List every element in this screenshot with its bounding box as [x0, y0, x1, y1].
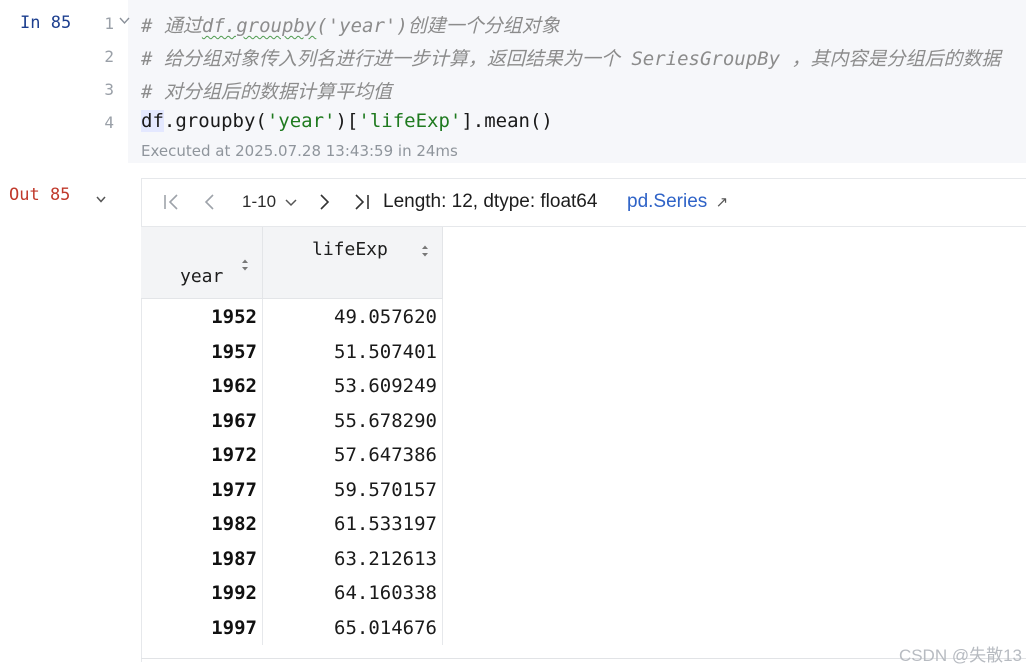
table-row: 1992 64.160338	[141, 577, 443, 612]
table-row: 1977 59.570157	[141, 474, 443, 509]
code-token: .groupby(	[163, 110, 267, 132]
code-line-3[interactable]: 3 # 对分组后的数据计算平均值	[0, 74, 1026, 107]
value-cell-lifeexp: 64.160338	[334, 582, 437, 604]
value-cell-lifeexp: 59.570157	[334, 478, 437, 501]
index-cell-year: 1997	[211, 616, 257, 639]
table-row: 1952 49.057620	[141, 301, 443, 336]
last-page-icon[interactable]	[353, 192, 371, 212]
value-cell-lifeexp: 63.212613	[334, 547, 437, 570]
value-cell-lifeexp: 65.014676	[334, 616, 437, 639]
code-token: 'lifeExp'	[358, 110, 462, 132]
pd-series-link-text: pd.Series	[627, 191, 708, 212]
index-cell-year: 1957	[211, 340, 257, 363]
column-header-year-label: year	[180, 266, 224, 287]
collapse-output-chevron-icon[interactable]	[96, 194, 106, 204]
table-toolbar: 1-10 Length: 12, dtype: float64 pd.Serie…	[141, 180, 1026, 227]
code-line-4[interactable]: 4 df.groupby('year')['lifeExp'].mean()	[0, 107, 1026, 140]
page-range-text: 1-10	[242, 192, 277, 211]
previous-page-icon[interactable]	[203, 192, 217, 212]
table-row: 1997 65.014676	[141, 612, 443, 647]
value-cell-lifeexp: 53.609249	[334, 375, 437, 397]
index-cell-year: 1982	[211, 513, 257, 535]
execution-status: Executed at 2025.07.28 13:43:59 in 24ms	[141, 142, 458, 160]
value-cell-lifeexp: 57.647386	[334, 444, 437, 466]
code-token: ('year')创建一个分组对象	[316, 15, 560, 37]
output-prompt-label: Out 85	[9, 185, 71, 205]
index-cell-year: 1952	[211, 306, 257, 328]
table-row: 1962 53.609249	[141, 370, 443, 405]
next-page-icon[interactable]	[317, 192, 331, 212]
code-text[interactable]: # 给分组对象传入列名进行进一步计算，返回结果为一个 SeriesGroupBy…	[141, 44, 1000, 71]
code-text[interactable]: df.groupby('year')['lifeExp'].mean()	[141, 110, 553, 132]
page-range-dropdown[interactable]: 1-10	[242, 192, 297, 212]
code-text[interactable]: # 通过df.groupby('year')创建一个分组对象	[141, 11, 560, 38]
index-cell-year: 1967	[211, 409, 257, 432]
table-row: 1957 51.507401	[141, 336, 443, 371]
pd-series-link[interactable]: pd.Series ↗	[627, 191, 728, 213]
first-page-icon[interactable]	[163, 192, 181, 212]
value-cell-lifeexp: 61.533197	[334, 513, 437, 535]
chevron-down-icon	[285, 199, 297, 207]
fold-chevron-icon[interactable]	[119, 17, 130, 25]
value-cell-lifeexp: 51.507401	[334, 340, 437, 363]
series-info-text: Length: 12, dtype: float64	[383, 191, 598, 212]
value-cell-lifeexp: 49.057620	[334, 306, 437, 328]
line-number: 1	[104, 14, 114, 33]
code-token: 'year'	[266, 110, 336, 132]
code-token: )[	[335, 110, 359, 132]
code-text[interactable]: # 对分组后的数据计算平均值	[141, 77, 392, 104]
index-cell-year: 1977	[211, 478, 257, 501]
code-token: # 对分组后的数据计算平均值	[141, 81, 392, 103]
value-cell-lifeexp: 55.678290	[334, 409, 437, 432]
code-token: # 给分组对象传入列名进行进一步计算，返回结果为一个 SeriesGroupBy…	[141, 48, 1001, 70]
output-bottom-border	[141, 658, 1026, 659]
code-token: df.groupby	[201, 15, 317, 37]
index-cell-year: 1962	[211, 375, 257, 397]
table-row: 1982 61.533197	[141, 508, 443, 543]
external-link-arrow-icon: ↗	[715, 194, 729, 211]
sort-icon[interactable]	[241, 258, 249, 272]
table-row: 1967 55.678290	[141, 405, 443, 440]
table-row: 1987 63.212613	[141, 543, 443, 578]
column-header-lifeexp-label: lifeExp	[312, 239, 388, 260]
index-cell-year: 1972	[211, 444, 257, 466]
code-token: df	[141, 110, 164, 132]
line-number: 3	[104, 80, 114, 99]
watermark: CSDN @失散13	[898, 646, 1022, 665]
line-number: 2	[104, 47, 114, 66]
code-line-2[interactable]: 2 # 给分组对象传入列名进行进一步计算，返回结果为一个 SeriesGroup…	[0, 41, 1026, 74]
code-token: # 通过	[141, 15, 202, 37]
code-line-1[interactable]: 1 # 通过df.groupby('year')创建一个分组对象	[0, 8, 1026, 41]
column-header-year[interactable]: year	[141, 227, 263, 299]
index-cell-year: 1987	[211, 547, 257, 570]
code-token: ].mean()	[461, 110, 553, 132]
column-header-lifeexp[interactable]: lifeExp	[263, 227, 443, 299]
sort-icon[interactable]	[421, 244, 429, 258]
table-row: 1972 57.647386	[141, 439, 443, 474]
index-cell-year: 1992	[211, 582, 257, 604]
series-table: year lifeExp 1952 49.057620 1957 51.507401 1…	[141, 227, 443, 645]
line-number: 4	[104, 113, 114, 132]
